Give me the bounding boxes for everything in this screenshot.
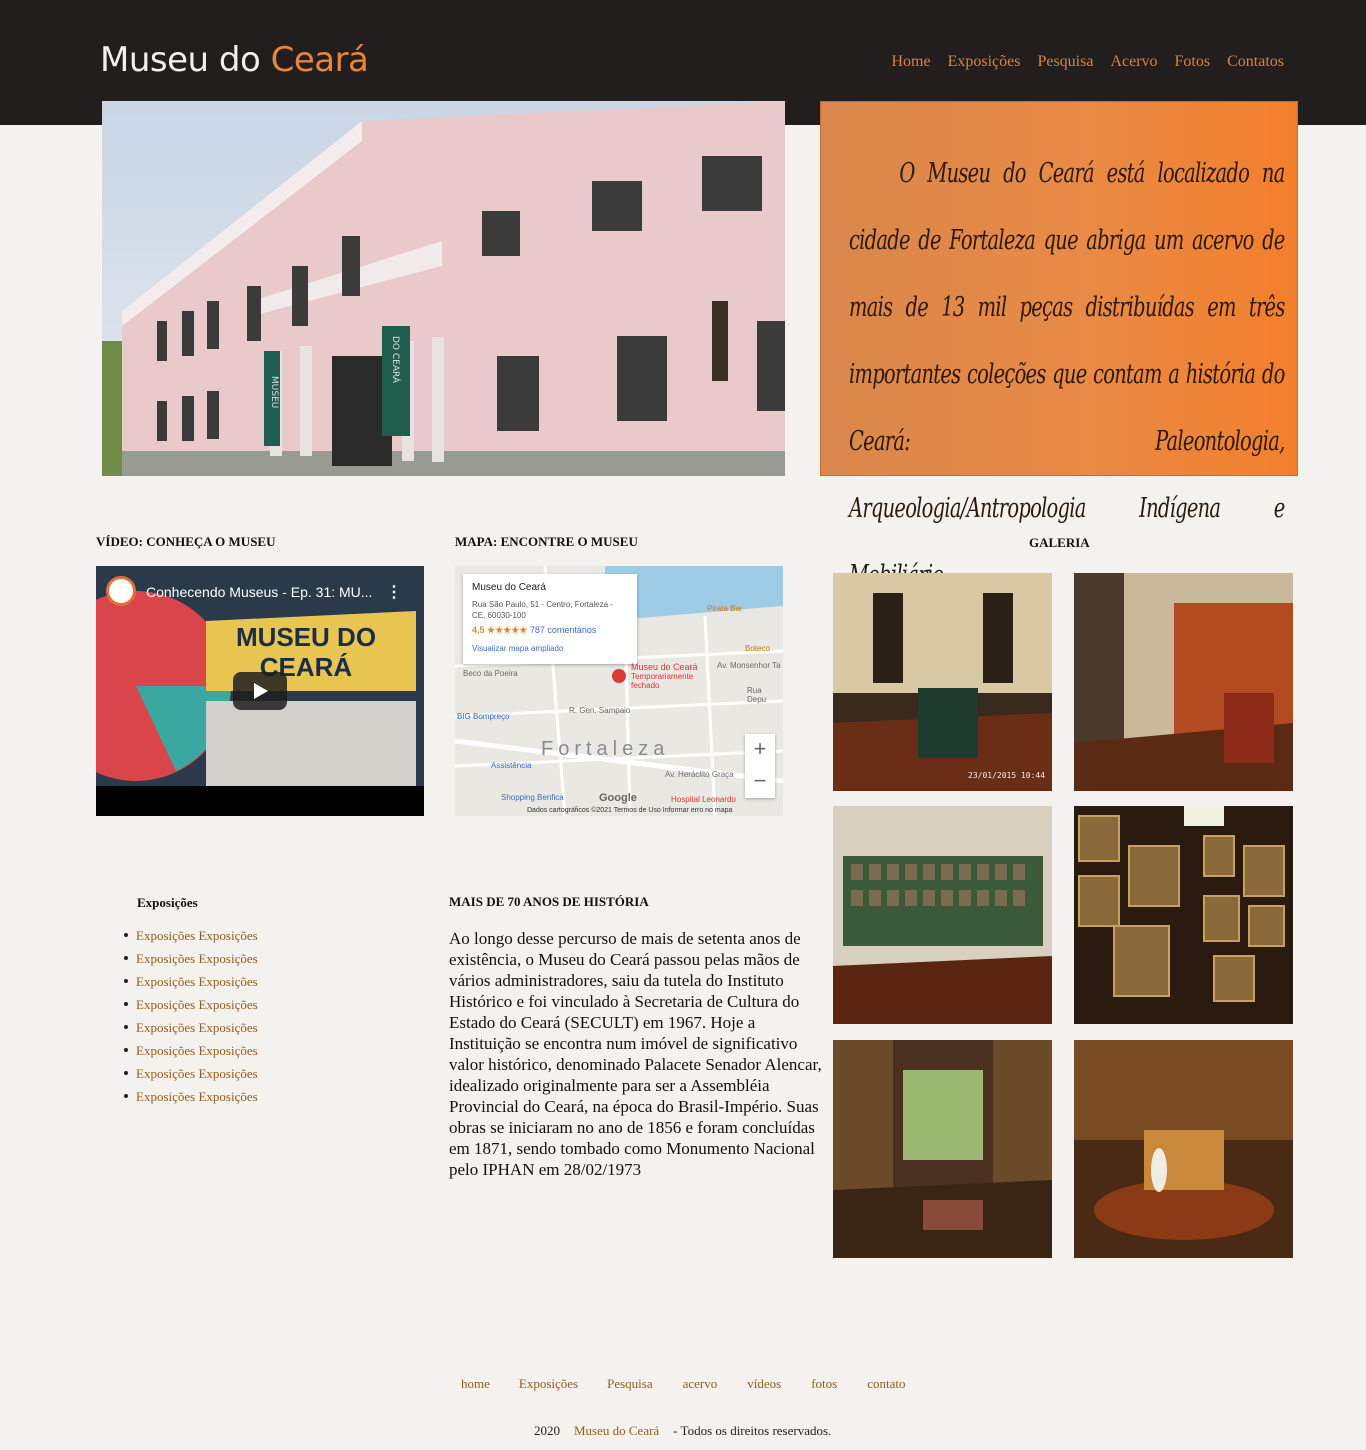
gallery-image-6[interactable]: [1074, 1040, 1293, 1258]
gallery-heading: GALERIA: [1029, 535, 1090, 550]
map-place-card: Museu do Ceará Rua São Paulo, 51 - Centr…: [463, 574, 637, 664]
copyright-brand-link[interactable]: Museu do Ceará: [574, 1423, 659, 1438]
play-button[interactable]: [233, 672, 287, 710]
video-heading: VÍDEO: CONHEÇA O MUSEU: [96, 534, 276, 549]
copyright-text: - Todos os direitos reservados.: [673, 1423, 832, 1438]
video-title[interactable]: Conhecendo Museus - Ep. 31: MU...: [146, 584, 372, 600]
banner-museu-text: MUSEU: [269, 376, 279, 408]
map-label: Shopping Benfica: [501, 793, 564, 802]
museum-facade-photo: MUSEU DO CEARÁ: [102, 101, 785, 476]
map-label: Beco da Poeira: [463, 669, 518, 678]
zoom-out-button[interactable]: −: [745, 766, 775, 798]
map-address: Rua São Paulo, 51 - Centro, Fortaleza - …: [472, 600, 613, 620]
footer-link-fotos[interactable]: fotos: [811, 1376, 837, 1392]
channel-logo-icon: [106, 576, 136, 606]
map-pin-status: Temporariamente fechado: [631, 672, 694, 690]
map-heading: MAPA: ENCONTRE O MUSEU: [455, 534, 638, 549]
exposicao-link[interactable]: Exposições Exposições: [136, 951, 258, 966]
map-reviews-link[interactable]: 787 comentários: [530, 625, 597, 635]
map-zoom-control: + −: [745, 734, 775, 798]
list-item: Exposições Exposições: [124, 924, 258, 947]
nav-acervo[interactable]: Acervo: [1110, 53, 1157, 71]
map-embed[interactable]: Museu do Ceará Rua São Paulo, 51 - Centr…: [455, 566, 783, 816]
gallery-image-3[interactable]: [833, 806, 1052, 1024]
about-quote-box: O Museu do Ceará está localizado na cida…: [820, 101, 1298, 591]
nav-contatos[interactable]: Contatos: [1227, 53, 1284, 71]
footer-link-acervo[interactable]: acervo: [683, 1376, 718, 1392]
nav-exposicoes[interactable]: Exposições: [948, 53, 1021, 71]
exposicoes-list: Exposições Exposições Exposições Exposiç…: [124, 924, 258, 1108]
exposicao-link[interactable]: Exposições Exposições: [136, 997, 258, 1012]
map-enlarge-link[interactable]: Visualizar mapa ampliado: [472, 644, 628, 653]
map-label: Assistência: [491, 761, 532, 770]
footer-link-videos[interactable]: vídeos: [747, 1376, 781, 1392]
history-heading: MAIS DE 70 ANOS DE HISTÓRIA: [449, 894, 649, 909]
list-item: Exposições Exposições: [124, 970, 258, 993]
nav-pesquisa[interactable]: Pesquisa: [1037, 53, 1093, 71]
list-item: Exposições Exposições: [124, 1085, 258, 1108]
map-label: Hospital Leonardo: [671, 795, 736, 804]
exposicao-link[interactable]: Exposições Exposições: [136, 1043, 258, 1058]
gallery-image-5[interactable]: [833, 1040, 1052, 1258]
list-item: Exposições Exposições: [124, 1016, 258, 1039]
map-label: Av. Heráclito Graça: [665, 770, 734, 779]
video-menu-icon[interactable]: ⋮: [386, 582, 402, 602]
gallery-image-4[interactable]: [1074, 806, 1293, 1024]
exposicao-link[interactable]: Exposições Exposições: [136, 1066, 258, 1081]
map-label: R. Gen. Sampaio: [569, 706, 631, 715]
history-text: Ao longo desse percurso de mais de seten…: [449, 929, 822, 1179]
list-item: Exposições Exposições: [124, 947, 258, 970]
exposicao-link[interactable]: Exposições Exposições: [136, 1020, 258, 1035]
footer-link-home[interactable]: home: [461, 1376, 490, 1392]
photo-timestamp: 23/01/2015 10:44: [968, 771, 1045, 780]
exposicoes-title: Exposições: [137, 895, 198, 910]
map-label: Pirata Bar: [707, 604, 743, 613]
map-label: Rua Depu: [747, 686, 767, 704]
map-city-label: Fortaleza: [541, 738, 670, 760]
map-label: Boteco: [745, 644, 770, 653]
footer-nav: home Exposições Pesquisa acervo vídeos f…: [461, 1376, 905, 1392]
copyright: 2020 Museu do Ceará - Todos os direitos re…: [534, 1423, 831, 1439]
map-attribution[interactable]: Dados cartográficos ©2021 Termos de Uso …: [527, 807, 732, 814]
gallery-image-1[interactable]: 23/01/2015 10:44: [833, 573, 1052, 791]
gallery-image-2[interactable]: [1074, 573, 1293, 791]
map-label: Av. Monsenhor Ta: [717, 661, 781, 670]
exposicao-link[interactable]: Exposições Exposições: [136, 1089, 258, 1104]
map-place-name: Museu do Ceará: [472, 582, 546, 593]
video-player[interactable]: Conhecendo Museus - Ep. 31: MU... ⋮ MUSE…: [96, 566, 424, 816]
map-rating: 4,5 ★★★★★ 787 comentários: [472, 625, 597, 635]
copyright-year: 2020: [534, 1423, 560, 1438]
map-pin-label[interactable]: Museu do Ceará: [631, 662, 698, 672]
main-nav: Home Exposições Pesquisa Acervo Fotos Co…: [891, 53, 1284, 71]
list-item: Exposições Exposições: [124, 1039, 258, 1062]
footer-link-exposicoes[interactable]: Exposições: [519, 1376, 578, 1392]
exposicao-link[interactable]: Exposições Exposições: [136, 928, 258, 943]
zoom-in-button[interactable]: +: [745, 734, 775, 766]
footer-link-pesquisa[interactable]: Pesquisa: [607, 1376, 653, 1392]
footer-link-contato[interactable]: contato: [867, 1376, 905, 1392]
map-label: BIG Bompreço: [457, 712, 510, 721]
list-item: Exposições Exposições: [124, 993, 258, 1016]
nav-fotos[interactable]: Fotos: [1175, 53, 1211, 71]
site-logo[interactable]: Museu do Ceará: [100, 40, 369, 80]
nav-home[interactable]: Home: [891, 53, 930, 71]
google-logo: Google: [599, 792, 637, 804]
logo-text: Museu do: [100, 40, 271, 80]
list-item: Exposições Exposições: [124, 1062, 258, 1085]
logo-accent-text: Ceará: [270, 40, 369, 80]
exposicao-link[interactable]: Exposições Exposições: [136, 974, 258, 989]
